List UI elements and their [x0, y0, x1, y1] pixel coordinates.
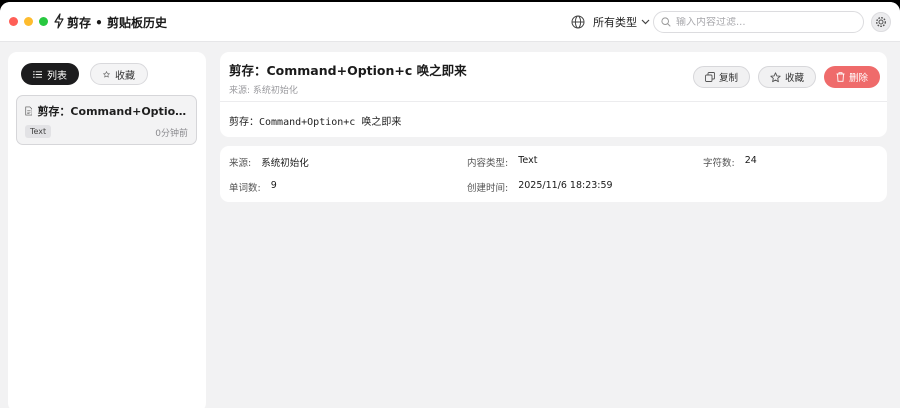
list-icon	[33, 70, 42, 78]
meta-source-value: 系统初始化	[261, 158, 309, 169]
copy-button[interactable]: 复制	[693, 66, 750, 88]
chevron-down-icon	[641, 19, 650, 25]
meta-created-label: 创建时间:	[467, 183, 509, 194]
divider	[220, 101, 887, 102]
favorite-button[interactable]: 收藏	[758, 66, 816, 88]
meta-chars-label: 字符数:	[703, 158, 735, 169]
list-item-title-text: 剪存：Command+Option+c 唤之即来	[37, 105, 193, 118]
search-box[interactable]	[653, 11, 864, 33]
tab-list[interactable]: 列表	[21, 63, 79, 85]
tab-list-label: 列表	[47, 70, 67, 82]
copy-icon	[705, 72, 715, 82]
favorite-button-label: 收藏	[784, 73, 804, 84]
star-icon	[103, 70, 110, 77]
meta-created: 创建时间: 2025/11/6 18:23:59	[467, 180, 613, 194]
meta-words-value: 9	[270, 180, 277, 191]
meta-words: 单词数: 9	[229, 180, 277, 194]
type-filter-label: 所有类型	[593, 16, 637, 29]
type-badge: Text	[25, 125, 52, 138]
zoom-window-button[interactable]	[39, 17, 48, 26]
list-item[interactable]: 剪存：Command+Option+c 唤之即来 Text 0分钟前	[16, 95, 197, 145]
sidebar: 列表 收藏 剪存：Command+Option+c 唤之即来 Text 0分钟前	[8, 52, 206, 408]
tab-favorites-label: 收藏	[115, 70, 135, 82]
meta-created-value: 2025/11/6 18:23:59	[518, 180, 613, 191]
clip-content: 剪存：Command+Option+c 唤之即来	[229, 117, 402, 128]
app-window: 剪存 • 剪贴板历史 所有类型 输入内容过滤... 列表 收藏 剪存：Comma…	[0, 2, 900, 408]
delete-button-label: 删除	[848, 73, 868, 84]
detail-title: 剪存：Command+Option+c 唤之即来	[229, 63, 467, 78]
meta-type-value: Text	[518, 155, 538, 166]
list-item-time: 0分钟前	[155, 129, 188, 139]
meta-chars-value: 24	[744, 155, 757, 166]
title-bar: 剪存 • 剪贴板历史 所有类型	[0, 2, 900, 42]
tab-favorites[interactable]: 收藏	[90, 63, 148, 85]
copy-button-label: 复制	[718, 73, 738, 84]
lightning-icon	[54, 13, 64, 29]
search-input[interactable]	[676, 16, 856, 28]
gear-icon	[875, 16, 887, 28]
close-window-button[interactable]	[9, 17, 18, 26]
meta-words-label: 单词数:	[229, 183, 261, 194]
detail-source: 来源: 系统初始化	[229, 86, 298, 96]
globe-icon[interactable]	[571, 15, 585, 29]
document-icon	[25, 106, 33, 116]
app-title: 剪存 • 剪贴板历史	[67, 16, 168, 30]
delete-button[interactable]: 删除	[824, 66, 880, 88]
search-icon	[661, 17, 671, 27]
meta-type: 内容类型: Text	[467, 155, 537, 169]
star-icon	[770, 71, 781, 82]
detail-card: 剪存：Command+Option+c 唤之即来 来源: 系统初始化 复制 收藏…	[220, 52, 887, 137]
meta-source: 来源: 系统初始化	[229, 155, 309, 169]
type-filter-select[interactable]: 所有类型	[593, 14, 650, 30]
settings-button[interactable]	[871, 12, 891, 32]
minimize-window-button[interactable]	[24, 17, 33, 26]
meta-type-label: 内容类型:	[467, 158, 509, 169]
meta-source-label: 来源:	[229, 158, 252, 169]
list-item-title: 剪存：Command+Option+c 唤之即来	[25, 103, 193, 119]
metadata-card: 来源: 系统初始化 内容类型: Text 字符数: 24 单词数: 9 创建时间…	[220, 146, 887, 202]
window-controls	[9, 17, 48, 26]
trash-icon	[836, 72, 845, 82]
meta-chars: 字符数: 24	[703, 155, 757, 169]
